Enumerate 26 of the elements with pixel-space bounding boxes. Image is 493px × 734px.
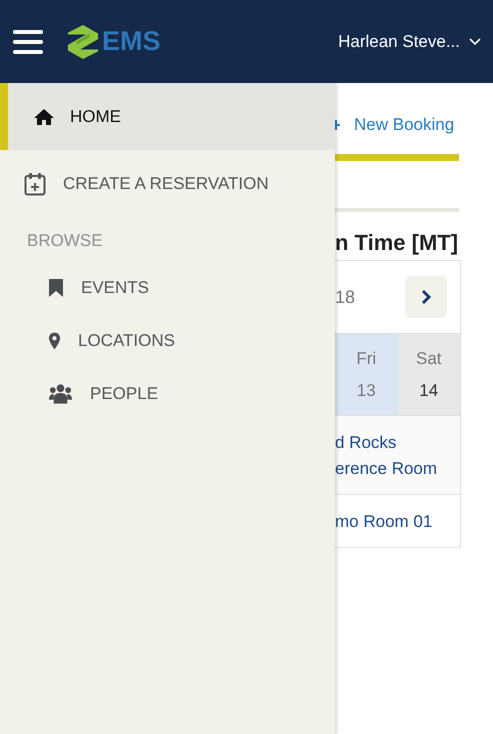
- location-pin-icon: [48, 330, 61, 350]
- user-menu-button[interactable]: Harlean Steve...: [338, 32, 481, 52]
- nav-item[interactable]: LOCATIONS: [0, 314, 335, 367]
- next-button[interactable]: [405, 276, 447, 318]
- room-link[interactable]: d Rocks erence Room: [335, 430, 460, 482]
- section-heading: BROWSE: [26, 230, 104, 252]
- new-booking-link[interactable]: New Booking: [354, 115, 454, 135]
- people-icon: [48, 382, 73, 404]
- nav-item[interactable]: CREATE A RESERVATION: [0, 150, 335, 217]
- calendar-add-icon: [24, 172, 46, 196]
- nav-item[interactable]: PEOPLE: [0, 367, 335, 420]
- date-range-text: 18: [335, 286, 356, 308]
- nav-item[interactable]: EVENTS: [0, 261, 335, 314]
- day-column-header[interactable]: Sat 14: [398, 334, 460, 415]
- plus-icon: [335, 120, 340, 130]
- day-column-header[interactable]: Fri 13: [335, 334, 398, 415]
- nav-item[interactable]: HOME: [0, 83, 335, 150]
- logo-icon: [67, 22, 99, 60]
- schedule-heading: n Time [MT]: [335, 229, 459, 257]
- logo-text: EMS: [102, 26, 161, 57]
- bookmark-icon: [48, 278, 64, 298]
- home-icon: [33, 108, 55, 126]
- room-link[interactable]: mo Room 01: [335, 509, 460, 535]
- menu-icon[interactable]: [13, 28, 43, 54]
- chevron-right-icon: [421, 289, 431, 305]
- caret-icon: [469, 38, 481, 46]
